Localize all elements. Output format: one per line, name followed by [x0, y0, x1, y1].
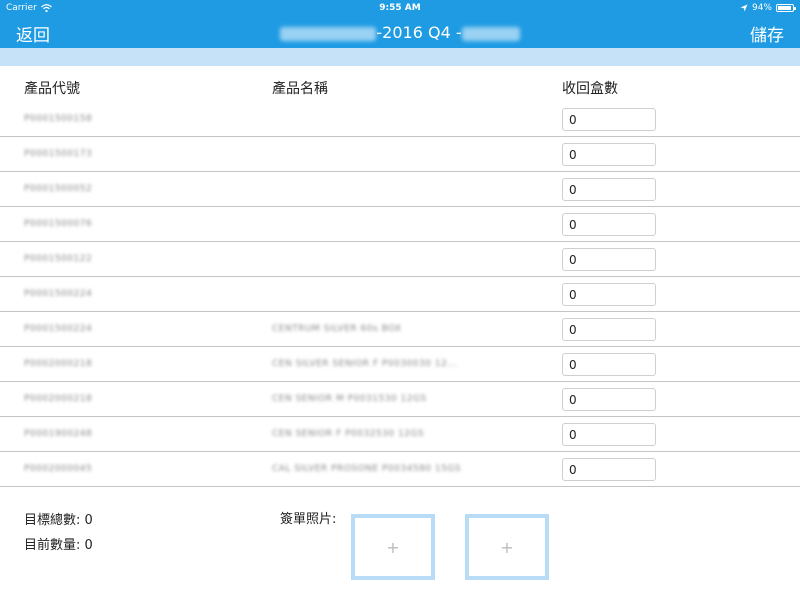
header-product-name: 產品名稱	[272, 81, 328, 97]
target-total-value: 0	[84, 513, 93, 528]
product-name: CAL SILVER PROSONE P0034580 15GS	[272, 464, 462, 474]
table-row: P0001500076	[0, 207, 800, 242]
redacted-title-part	[280, 26, 377, 41]
battery-icon	[776, 4, 796, 12]
navigation-bar: 返回 -2016 Q4 - 儲存	[0, 16, 800, 48]
table-row: P0001500173	[0, 137, 800, 172]
product-code: P0001500122	[24, 254, 93, 264]
product-code: P0001500076	[24, 219, 93, 229]
return-qty-input[interactable]	[562, 178, 656, 201]
product-name: CEN SENIOR F P0032530 12GS	[272, 429, 425, 439]
plus-icon: +	[500, 537, 514, 557]
table-row: P0001500052	[0, 172, 800, 207]
product-code: P0002000218	[24, 359, 93, 369]
add-photo-button[interactable]: +	[465, 514, 549, 580]
status-right: 94%	[740, 3, 796, 13]
product-name: CEN SILVER SENIOR F P0030030 12...	[272, 359, 458, 369]
totals-section: 目標總數: 0 目前數量: 0	[24, 508, 93, 558]
header-product-code: 產品代號	[24, 81, 80, 97]
battery-percent: 94%	[751, 3, 772, 13]
signed-form-photo-label: 簽單照片:	[280, 512, 337, 527]
table-row: P0001500224 CENTRUM SILVER 60s BOX	[0, 312, 800, 347]
redacted-title-part	[461, 26, 520, 41]
current-qty-label: 目前數量:	[24, 538, 81, 553]
product-list: P0001500158 P0001500173 P0001500052 P000…	[0, 102, 800, 487]
target-total: 目標總數: 0	[24, 508, 93, 533]
product-code: P0001500224	[24, 324, 93, 334]
page-title-text: -2016 Q4 -	[376, 23, 462, 42]
return-qty-input[interactable]	[562, 353, 656, 376]
location-arrow-icon	[740, 4, 748, 12]
product-code: P0002000218	[24, 394, 93, 404]
return-qty-input[interactable]	[562, 283, 656, 306]
product-code: P0001500224	[24, 289, 93, 299]
return-qty-input[interactable]	[562, 248, 656, 271]
section-header-bar	[0, 48, 800, 66]
return-qty-input[interactable]	[562, 423, 656, 446]
table-row: P0002000045 CAL SILVER PROSONE P0034580 …	[0, 452, 800, 487]
table-row: P0001500158	[0, 102, 800, 137]
current-quantity: 目前數量: 0	[24, 533, 93, 558]
status-time: 9:55 AM	[379, 3, 421, 13]
product-name: CEN SENIOR M P0031530 12GS	[272, 394, 427, 404]
table-row: P0002000218 CEN SILVER SENIOR F P0030030…	[0, 347, 800, 382]
table-row: P0002000218 CEN SENIOR M P0031530 12GS	[0, 382, 800, 417]
battery-level	[778, 6, 791, 10]
current-qty-value: 0	[84, 538, 93, 553]
target-total-label: 目標總數:	[24, 513, 81, 528]
product-code: P0001900248	[24, 429, 93, 439]
product-name: CENTRUM SILVER 60s BOX	[272, 324, 402, 334]
return-qty-input[interactable]	[562, 318, 656, 341]
product-code: P0001500158	[24, 114, 93, 124]
table-header: 產品代號 產品名稱 收回盒數	[0, 78, 800, 98]
save-button[interactable]: 儲存	[750, 21, 784, 46]
return-qty-input[interactable]	[562, 108, 656, 131]
return-qty-input[interactable]	[562, 213, 656, 236]
product-code: P0001500052	[24, 184, 93, 194]
add-photo-button[interactable]: +	[351, 514, 435, 580]
plus-icon: +	[386, 537, 400, 557]
header-return-qty: 收回盒數	[562, 81, 618, 97]
return-qty-input[interactable]	[562, 143, 656, 166]
table-row: P0001900248 CEN SENIOR F P0032530 12GS	[0, 417, 800, 452]
product-code: P0001500173	[24, 149, 93, 159]
product-code: P0002000045	[24, 464, 93, 474]
return-qty-input[interactable]	[562, 458, 656, 481]
status-bar: Carrier 9:55 AM 94%	[0, 0, 800, 16]
return-qty-input[interactable]	[562, 388, 656, 411]
table-row: P0001500122	[0, 242, 800, 277]
table-row: P0001500224	[0, 277, 800, 312]
page-title: -2016 Q4 -	[0, 23, 800, 42]
